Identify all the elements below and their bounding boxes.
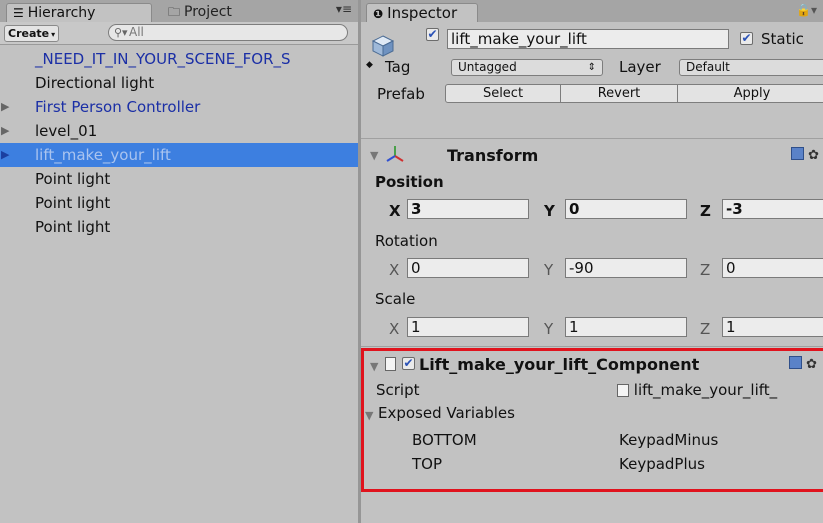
rotation-x-input[interactable]: 0 [407,258,529,278]
rotation-y-input[interactable]: -90 [565,258,687,278]
foldout-arrow-icon[interactable]: ▼ [370,360,378,373]
prefab-apply-button[interactable]: Apply [677,84,823,103]
updown-arrow-icon: ⇕ [587,62,596,73]
hierarchy-search-input[interactable]: ⚲▾ All [108,24,348,41]
panel-menu-icon[interactable]: ▾≡ [336,2,352,16]
hierarchy-item[interactable]: Point light [0,191,360,215]
scale-z-label: Z [700,320,711,338]
position-x-label: X [389,202,401,220]
position-y-label: Y [544,202,555,220]
tag-label: Tag [385,58,411,76]
info-icon: ❶ [373,7,384,21]
exposed-variables-label: Exposed Variables [378,404,515,422]
transform-axes-icon [386,146,404,162]
hierarchy-item[interactable]: _NEED_IT_IN_YOUR_SCENE_FOR_S [0,47,360,71]
create-dropdown-button[interactable]: Create ▾ [4,25,60,42]
prefab-revert-button[interactable]: Revert [560,84,678,103]
foldout-arrow-icon[interactable]: ▼ [370,149,378,162]
folder-icon: 🗀 [168,5,181,19]
prefab-select-button[interactable]: Select [445,84,561,103]
transform-title: Transform [447,146,539,165]
rotation-z-input[interactable]: 0 [722,258,823,278]
lock-icon[interactable]: 🔒▾ [796,3,817,17]
prefab-label: Prefab [377,85,425,103]
search-icon: ⚲▾ [114,26,128,39]
component-enabled-checkbox[interactable]: ✔ [402,357,415,370]
inspector-panel: ❶ Inspector 🔒▾ ✔ lift_make_your_lift ✔ St… [361,0,823,523]
section-divider [361,346,823,347]
foldout-arrow-icon[interactable]: ▼ [365,409,373,422]
rotation-z-label: Z [700,261,711,279]
hierarchy-item[interactable]: ▶ level_01 [0,119,360,143]
hierarchy-item[interactable]: Directional light [0,71,360,95]
foldout-arrow-icon[interactable]: ▶ [1,119,9,143]
gameobject-cube-icon [371,35,395,57]
hierarchy-toolbar: Create ▾ ⚲▾ All [0,22,360,45]
tab-hierarchy[interactable]: ☰ Hierarchy [6,3,152,22]
script-file-icon [385,355,396,373]
position-label: Position [375,173,444,191]
pivot-icon: ◆ [366,60,373,70]
hierarchy-item-selected[interactable]: ▶ lift_make_your_lift [0,143,360,167]
component-title: Lift_make_your_lift_Component [419,355,700,374]
inspector-tab-bar: ❶ Inspector 🔒▾ [361,0,823,22]
hierarchy-tree: _NEED_IT_IN_YOUR_SCENE_FOR_S Directional… [0,47,360,239]
scale-x-input[interactable]: 1 [407,317,529,337]
script-label: Script [376,381,420,399]
hierarchy-item[interactable]: Point light [0,215,360,239]
hierarchy-item[interactable]: Point light [0,167,360,191]
tab-project[interactable]: 🗀 Project [162,3,282,22]
script-field[interactable]: lift_make_your_lift_ [617,381,777,399]
rotation-label: Rotation [375,232,438,250]
section-divider [361,138,823,139]
active-checkbox[interactable]: ✔ [426,28,439,41]
hierarchy-panel: ☰ Hierarchy 🗀 Project ▾≡ Create ▾ ⚲▾ All _N… [0,0,360,523]
scale-label: Scale [375,290,416,308]
csharp-script-icon [617,384,629,397]
chevron-down-icon: ▾ [51,30,56,39]
help-book-icon[interactable]: ✿ [791,147,819,163]
tab-inspector[interactable]: ❶ Inspector [366,3,478,22]
hierarchy-list-icon: ☰ [13,6,24,20]
variable-name: BOTTOM [412,431,477,449]
scale-y-label: Y [544,320,554,338]
help-book-icon[interactable]: ✿ [789,356,817,372]
variable-value[interactable]: KeypadMinus [619,431,718,449]
position-z-label: Z [700,202,711,220]
hierarchy-tab-bar: ☰ Hierarchy 🗀 Project ▾≡ [0,0,360,22]
position-z-input[interactable]: -3 [722,199,823,219]
scale-z-input[interactable]: 1 [722,317,823,337]
position-x-input[interactable]: 3 [407,199,529,219]
static-label: Static [761,30,804,48]
position-y-input[interactable]: 0 [565,199,687,219]
tag-dropdown[interactable]: Untagged ⇕ [451,59,603,76]
static-checkbox[interactable]: ✔ [740,32,753,45]
object-name-input[interactable]: lift_make_your_lift [447,29,729,49]
scale-y-input[interactable]: 1 [565,317,687,337]
layer-dropdown[interactable]: Default⇕ [679,59,823,76]
rotation-y-label: Y [544,261,554,279]
variable-name: TOP [412,455,443,473]
hierarchy-item[interactable]: ▶ First Person Controller [0,95,360,119]
variable-value[interactable]: KeypadPlus [619,455,705,473]
rotation-x-label: X [389,261,400,279]
scale-x-label: X [389,320,400,338]
foldout-arrow-icon[interactable]: ▶ [1,95,9,119]
layer-label: Layer [619,58,661,76]
foldout-arrow-icon[interactable]: ▶ [1,143,9,167]
